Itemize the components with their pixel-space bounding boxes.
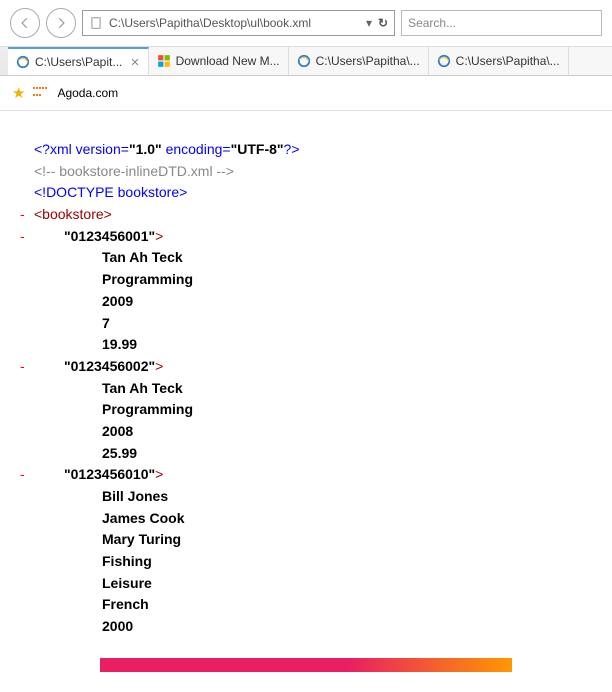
forward-button[interactable] — [46, 8, 76, 38]
xml-doctype: <!DOCTYPE bookstore> — [34, 182, 592, 204]
browser-toolbar: C:\Users\Papitha\Desktop\ul\book.xml ▾ ↻… — [0, 0, 612, 47]
xml-element: 2009 — [34, 291, 592, 313]
xml-element: Programming — [34, 399, 592, 421]
browser-tab[interactable]: Download New M... — [149, 47, 289, 75]
browser-tab[interactable]: C:\Users\Papitha\... — [289, 47, 429, 75]
xml-element: 19.99 — [34, 334, 592, 356]
favorite-star-icon[interactable]: ★ — [12, 84, 25, 102]
arrow-right-icon — [54, 16, 68, 30]
browser-tab[interactable]: C:\Users\Papit... ✕ — [8, 47, 149, 75]
xml-element: 2000 — [34, 616, 592, 638]
search-input[interactable]: Search... — [401, 10, 602, 36]
address-text: C:\Users\Papitha\Desktop\ul\book.xml — [109, 16, 360, 30]
agoda-icon — [33, 87, 49, 99]
favorite-link[interactable]: Agoda.com — [57, 86, 118, 100]
tab-label: C:\Users\Papit... — [35, 55, 122, 69]
file-icon — [89, 16, 103, 30]
xml-viewer: <?xml version="1.0" encoding="UTF-8"?> <… — [0, 111, 612, 658]
ie-icon — [16, 55, 30, 69]
xml-element: Mary Turing — [34, 529, 592, 551]
tab-overflow-left — [0, 47, 8, 75]
xml-element: French — [34, 594, 592, 616]
xml-element: Tan Ah Teck — [34, 247, 592, 269]
browser-tab[interactable]: C:\Users\Papitha\... — [429, 47, 569, 75]
xml-element: Fishing — [34, 551, 592, 573]
xml-element: 25.99 — [34, 443, 592, 465]
close-icon[interactable]: ✕ — [130, 56, 139, 69]
xml-declaration: <?xml version="1.0" encoding="UTF-8"?> — [34, 139, 592, 161]
collapse-toggle[interactable]: - — [20, 226, 25, 248]
collapse-toggle[interactable]: - — [20, 356, 25, 378]
xml-element: Programming — [34, 269, 592, 291]
ie-icon — [437, 54, 451, 68]
address-bar[interactable]: C:\Users\Papitha\Desktop\ul\book.xml ▾ ↻ — [82, 10, 395, 36]
arrow-left-icon — [18, 16, 32, 30]
ie-icon — [297, 54, 311, 68]
xml-book-open: -"0123456002"> — [34, 356, 592, 378]
collapse-toggle[interactable]: - — [20, 464, 25, 486]
xml-element: Leisure — [34, 573, 592, 595]
xml-comment: <!-- bookstore-inlineDTD.xml --> — [34, 161, 592, 183]
tab-label: Download New M... — [176, 54, 280, 68]
back-button[interactable] — [10, 8, 40, 38]
tab-label: C:\Users\Papitha\... — [456, 54, 560, 68]
collapse-toggle[interactable]: - — [20, 204, 25, 226]
microsoft-icon — [157, 54, 171, 68]
dropdown-icon[interactable]: ▾ — [366, 16, 372, 30]
xml-element: 2008 — [34, 421, 592, 443]
xml-element: Bill Jones — [34, 486, 592, 508]
xml-root-open: - <bookstore> — [34, 204, 592, 226]
xml-element: Tan Ah Teck — [34, 378, 592, 400]
search-placeholder: Search... — [408, 16, 456, 30]
tab-label: C:\Users\Papitha\... — [316, 54, 420, 68]
xml-book-open: -"0123456001"> — [34, 226, 592, 248]
refresh-icon[interactable]: ↻ — [378, 16, 388, 30]
footer-bar — [100, 658, 512, 672]
favorites-bar: ★ Agoda.com — [0, 76, 612, 111]
xml-element: James Cook — [34, 508, 592, 530]
xml-book-open: -"0123456010"> — [34, 464, 592, 486]
xml-element: 7 — [34, 313, 592, 335]
tab-bar: C:\Users\Papit... ✕ Download New M... C:\Us… — [0, 47, 612, 76]
